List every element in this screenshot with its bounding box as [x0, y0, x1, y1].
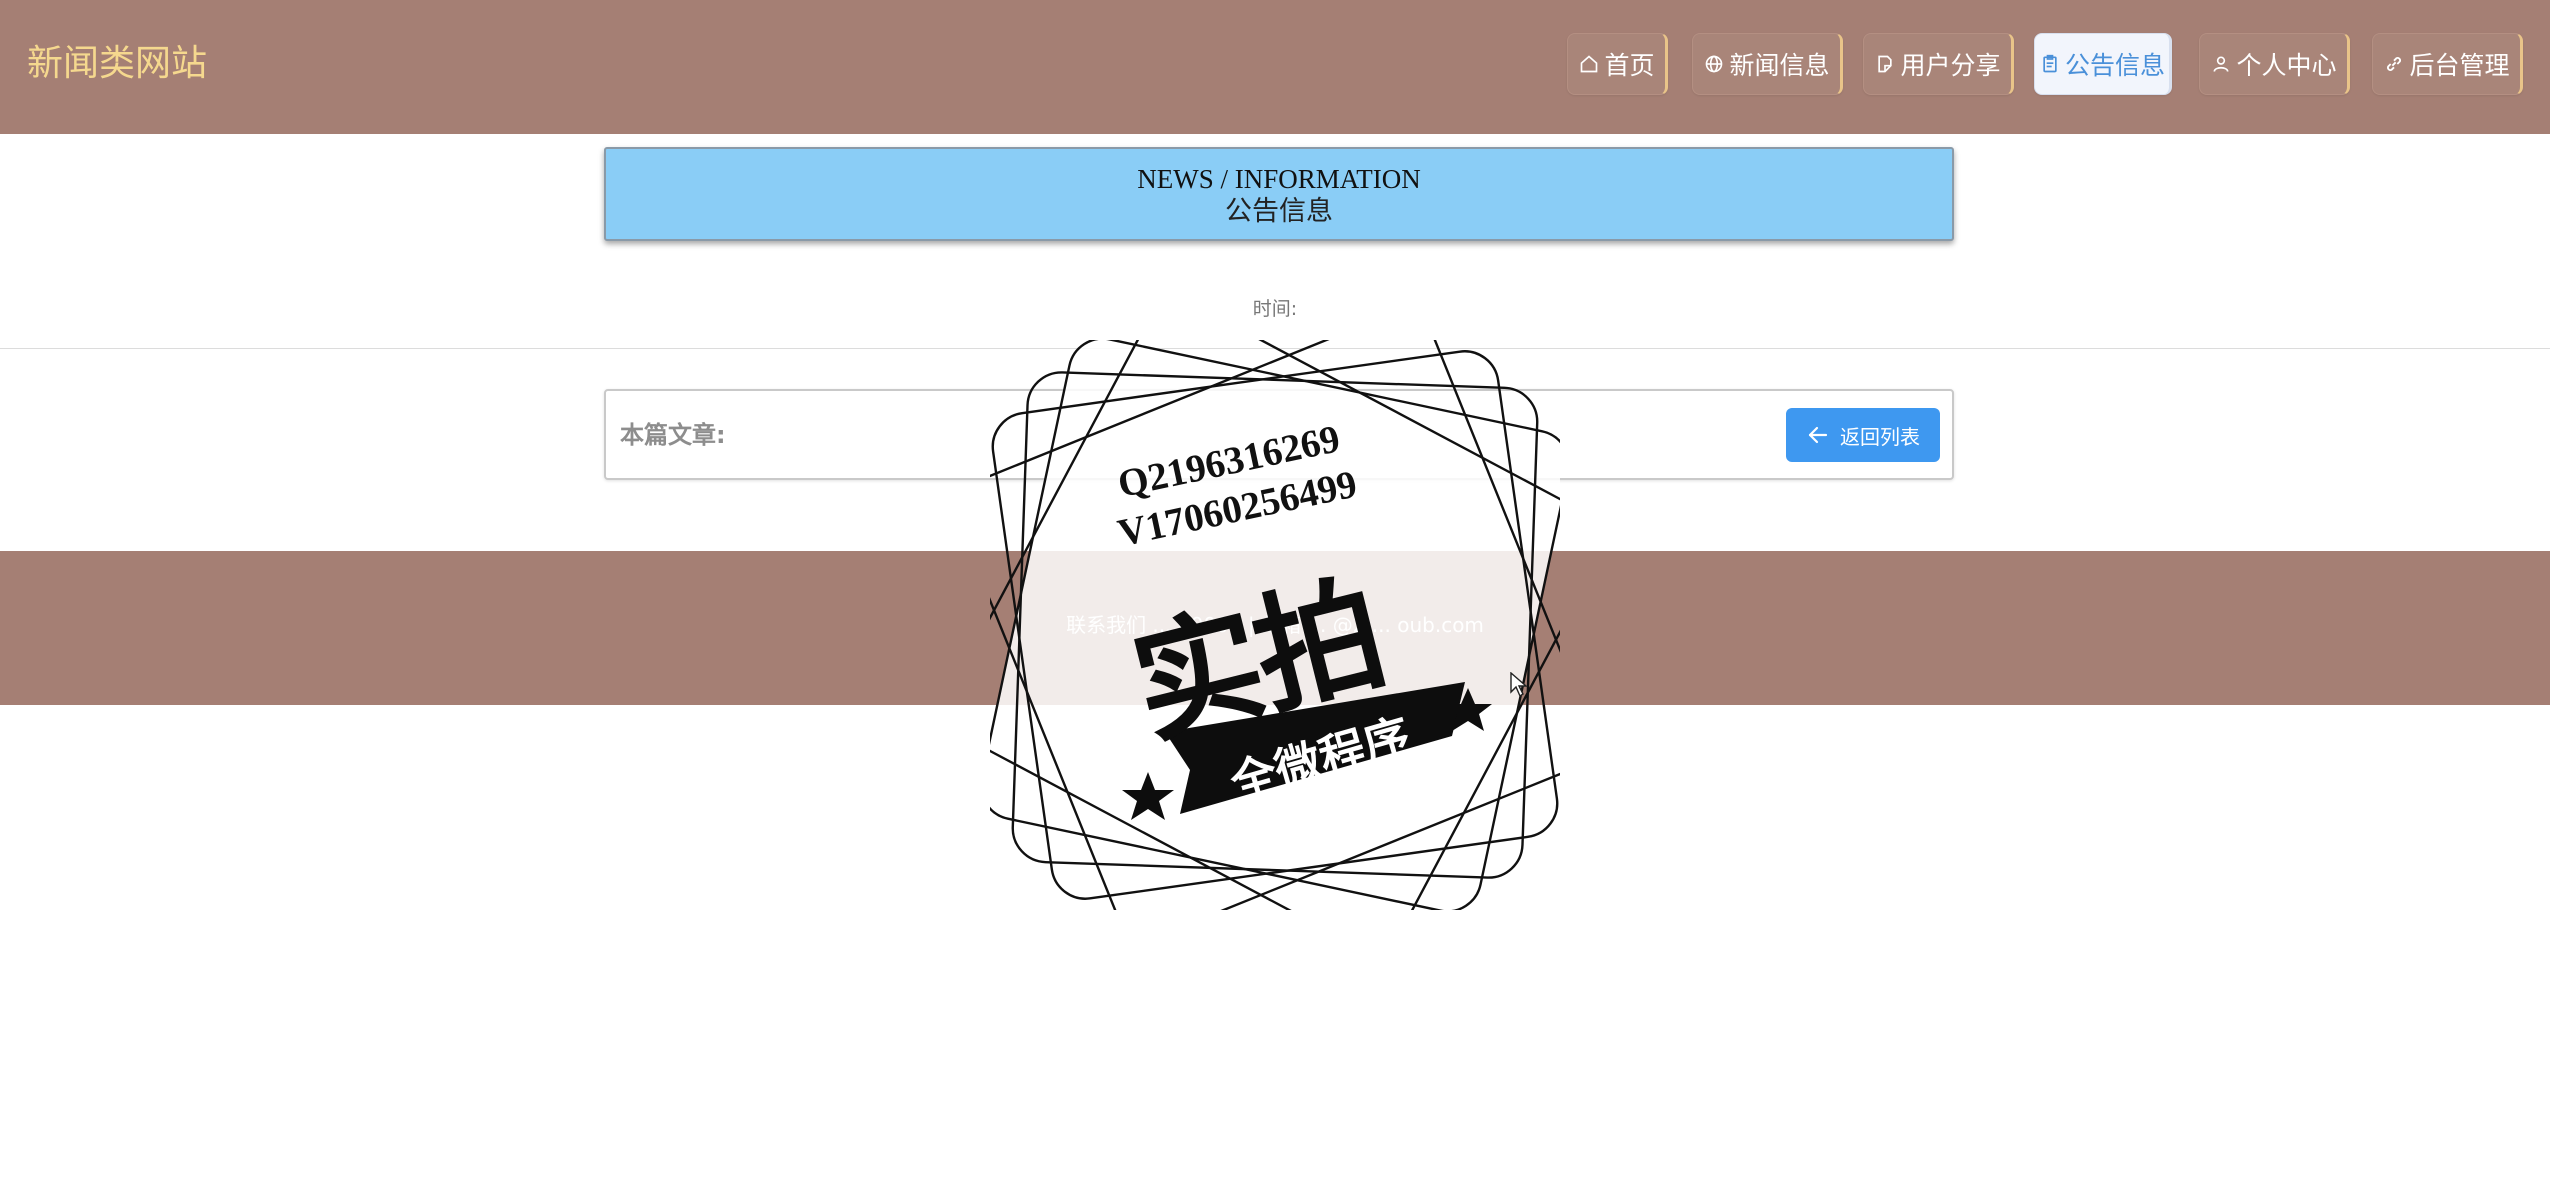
nav-admin-label: 后台管理 [2409, 51, 2510, 80]
section-title-box: NEWS / INFORMATION 公告信息 [604, 147, 1954, 241]
nav-home-label: 首页 [1604, 51, 1655, 80]
nav-share-label: 用户分享 [1900, 51, 2001, 80]
publish-time: 时间: [1252, 298, 1298, 320]
nav-notice-label: 公告信息 [2064, 51, 2165, 80]
nav-news-label: 新闻信息 [1729, 51, 1830, 80]
header: 新闻类网站 首页 新闻信息 用户分享 公告信息 个人中心 后台管理 [0, 0, 2550, 134]
nav-news[interactable]: 新闻信息 [1692, 33, 1843, 95]
globe-icon [1703, 53, 1725, 75]
clipboard-icon [2039, 53, 2061, 75]
star-icon [1122, 772, 1174, 820]
article-bar: 本篇文章: 返回列表 [604, 389, 1954, 480]
footer-contact: 联系我们 ... 00000 | 邮箱 ... @2 ... oub.com [1066, 613, 1484, 637]
nav-profile-label: 个人中心 [2236, 51, 2337, 80]
nav-profile[interactable]: 个人中心 [2199, 33, 2350, 95]
article-label: 本篇文章: [620, 421, 726, 449]
footer: 联系我们 ... 00000 | 邮箱 ... @2 ... oub.com [0, 551, 2550, 705]
home-icon [1578, 53, 1600, 75]
arrow-left-icon [1808, 426, 1828, 444]
mouse-cursor-icon [1510, 672, 1528, 698]
user-icon [2210, 53, 2232, 75]
back-to-list-button[interactable]: 返回列表 [1786, 408, 1940, 462]
back-to-list-label: 返回列表 [1840, 424, 1920, 449]
section-title-english: NEWS / INFORMATION [1137, 164, 1421, 194]
nav-home[interactable]: 首页 [1567, 33, 1668, 95]
nav-share[interactable]: 用户分享 [1863, 33, 2014, 95]
section-title-chinese: 公告信息 [1225, 196, 1333, 227]
nav-admin[interactable]: 后台管理 [2372, 33, 2523, 95]
document-icon [1874, 53, 1896, 75]
site-title[interactable]: 新闻类网站 [27, 38, 207, 90]
stamp-ribbon-text: 全微程序 [1224, 707, 1417, 811]
nav-notice[interactable]: 公告信息 [2034, 33, 2172, 95]
divider [0, 348, 2550, 349]
link-icon [2383, 53, 2405, 75]
